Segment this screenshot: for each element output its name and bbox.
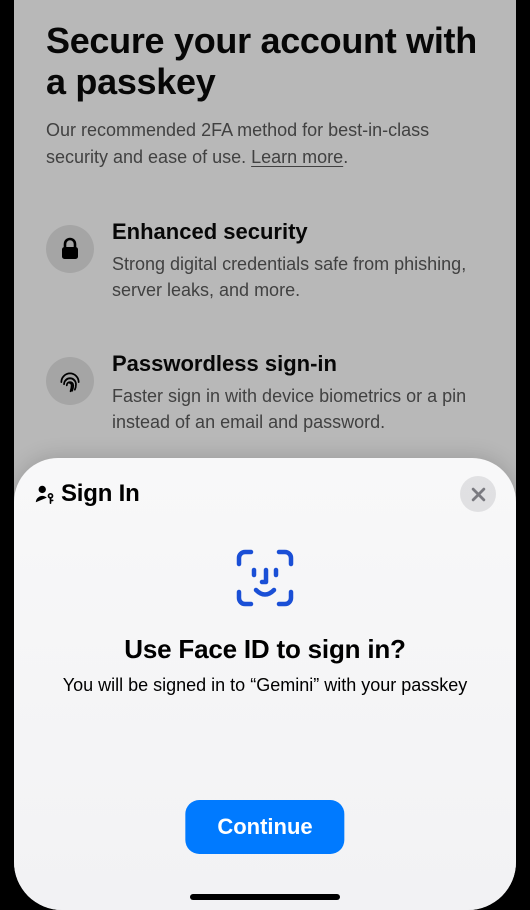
faceid-icon-wrap: [14, 546, 516, 610]
page-title: Secure your account with a passkey: [46, 20, 484, 103]
page-subtitle: Our recommended 2FA method for best-in-c…: [46, 117, 484, 171]
faceid-icon: [233, 546, 297, 610]
feature-title: Enhanced security: [112, 219, 484, 245]
subtitle-text: Our recommended 2FA method for best-in-c…: [46, 120, 429, 167]
lock-icon: [46, 225, 94, 273]
home-indicator[interactable]: [190, 894, 340, 900]
faceid-signin-sheet: Sign In Use Face ID to sign in? You wil: [14, 458, 516, 910]
sheet-header-text: Sign In: [61, 480, 140, 508]
close-button[interactable]: [460, 476, 496, 512]
continue-button[interactable]: Continue: [185, 800, 344, 854]
sheet-description: You will be signed in to “Gemini” with y…: [14, 675, 516, 696]
feature-content: Enhanced security Strong digital credent…: [112, 219, 484, 303]
fingerprint-icon: [46, 357, 94, 405]
close-icon: [471, 487, 486, 502]
feature-passwordless-signin: Passwordless sign-in Faster sign in with…: [46, 351, 484, 435]
phone-screen: Secure your account with a passkey Our r…: [14, 0, 516, 910]
person-key-icon: [34, 483, 56, 505]
feature-list: Enhanced security Strong digital credent…: [46, 219, 484, 435]
sheet-header: Sign In: [14, 458, 516, 512]
sheet-signin-label: Sign In: [34, 480, 140, 508]
feature-content: Passwordless sign-in Faster sign in with…: [112, 351, 484, 435]
feature-desc: Faster sign in with device biometrics or…: [112, 383, 484, 435]
sheet-title: Use Face ID to sign in?: [14, 634, 516, 665]
feature-desc: Strong digital credentials safe from phi…: [112, 251, 484, 303]
feature-title: Passwordless sign-in: [112, 351, 484, 377]
feature-enhanced-security: Enhanced security Strong digital credent…: [46, 219, 484, 303]
learn-more-link[interactable]: Learn more: [251, 147, 343, 167]
